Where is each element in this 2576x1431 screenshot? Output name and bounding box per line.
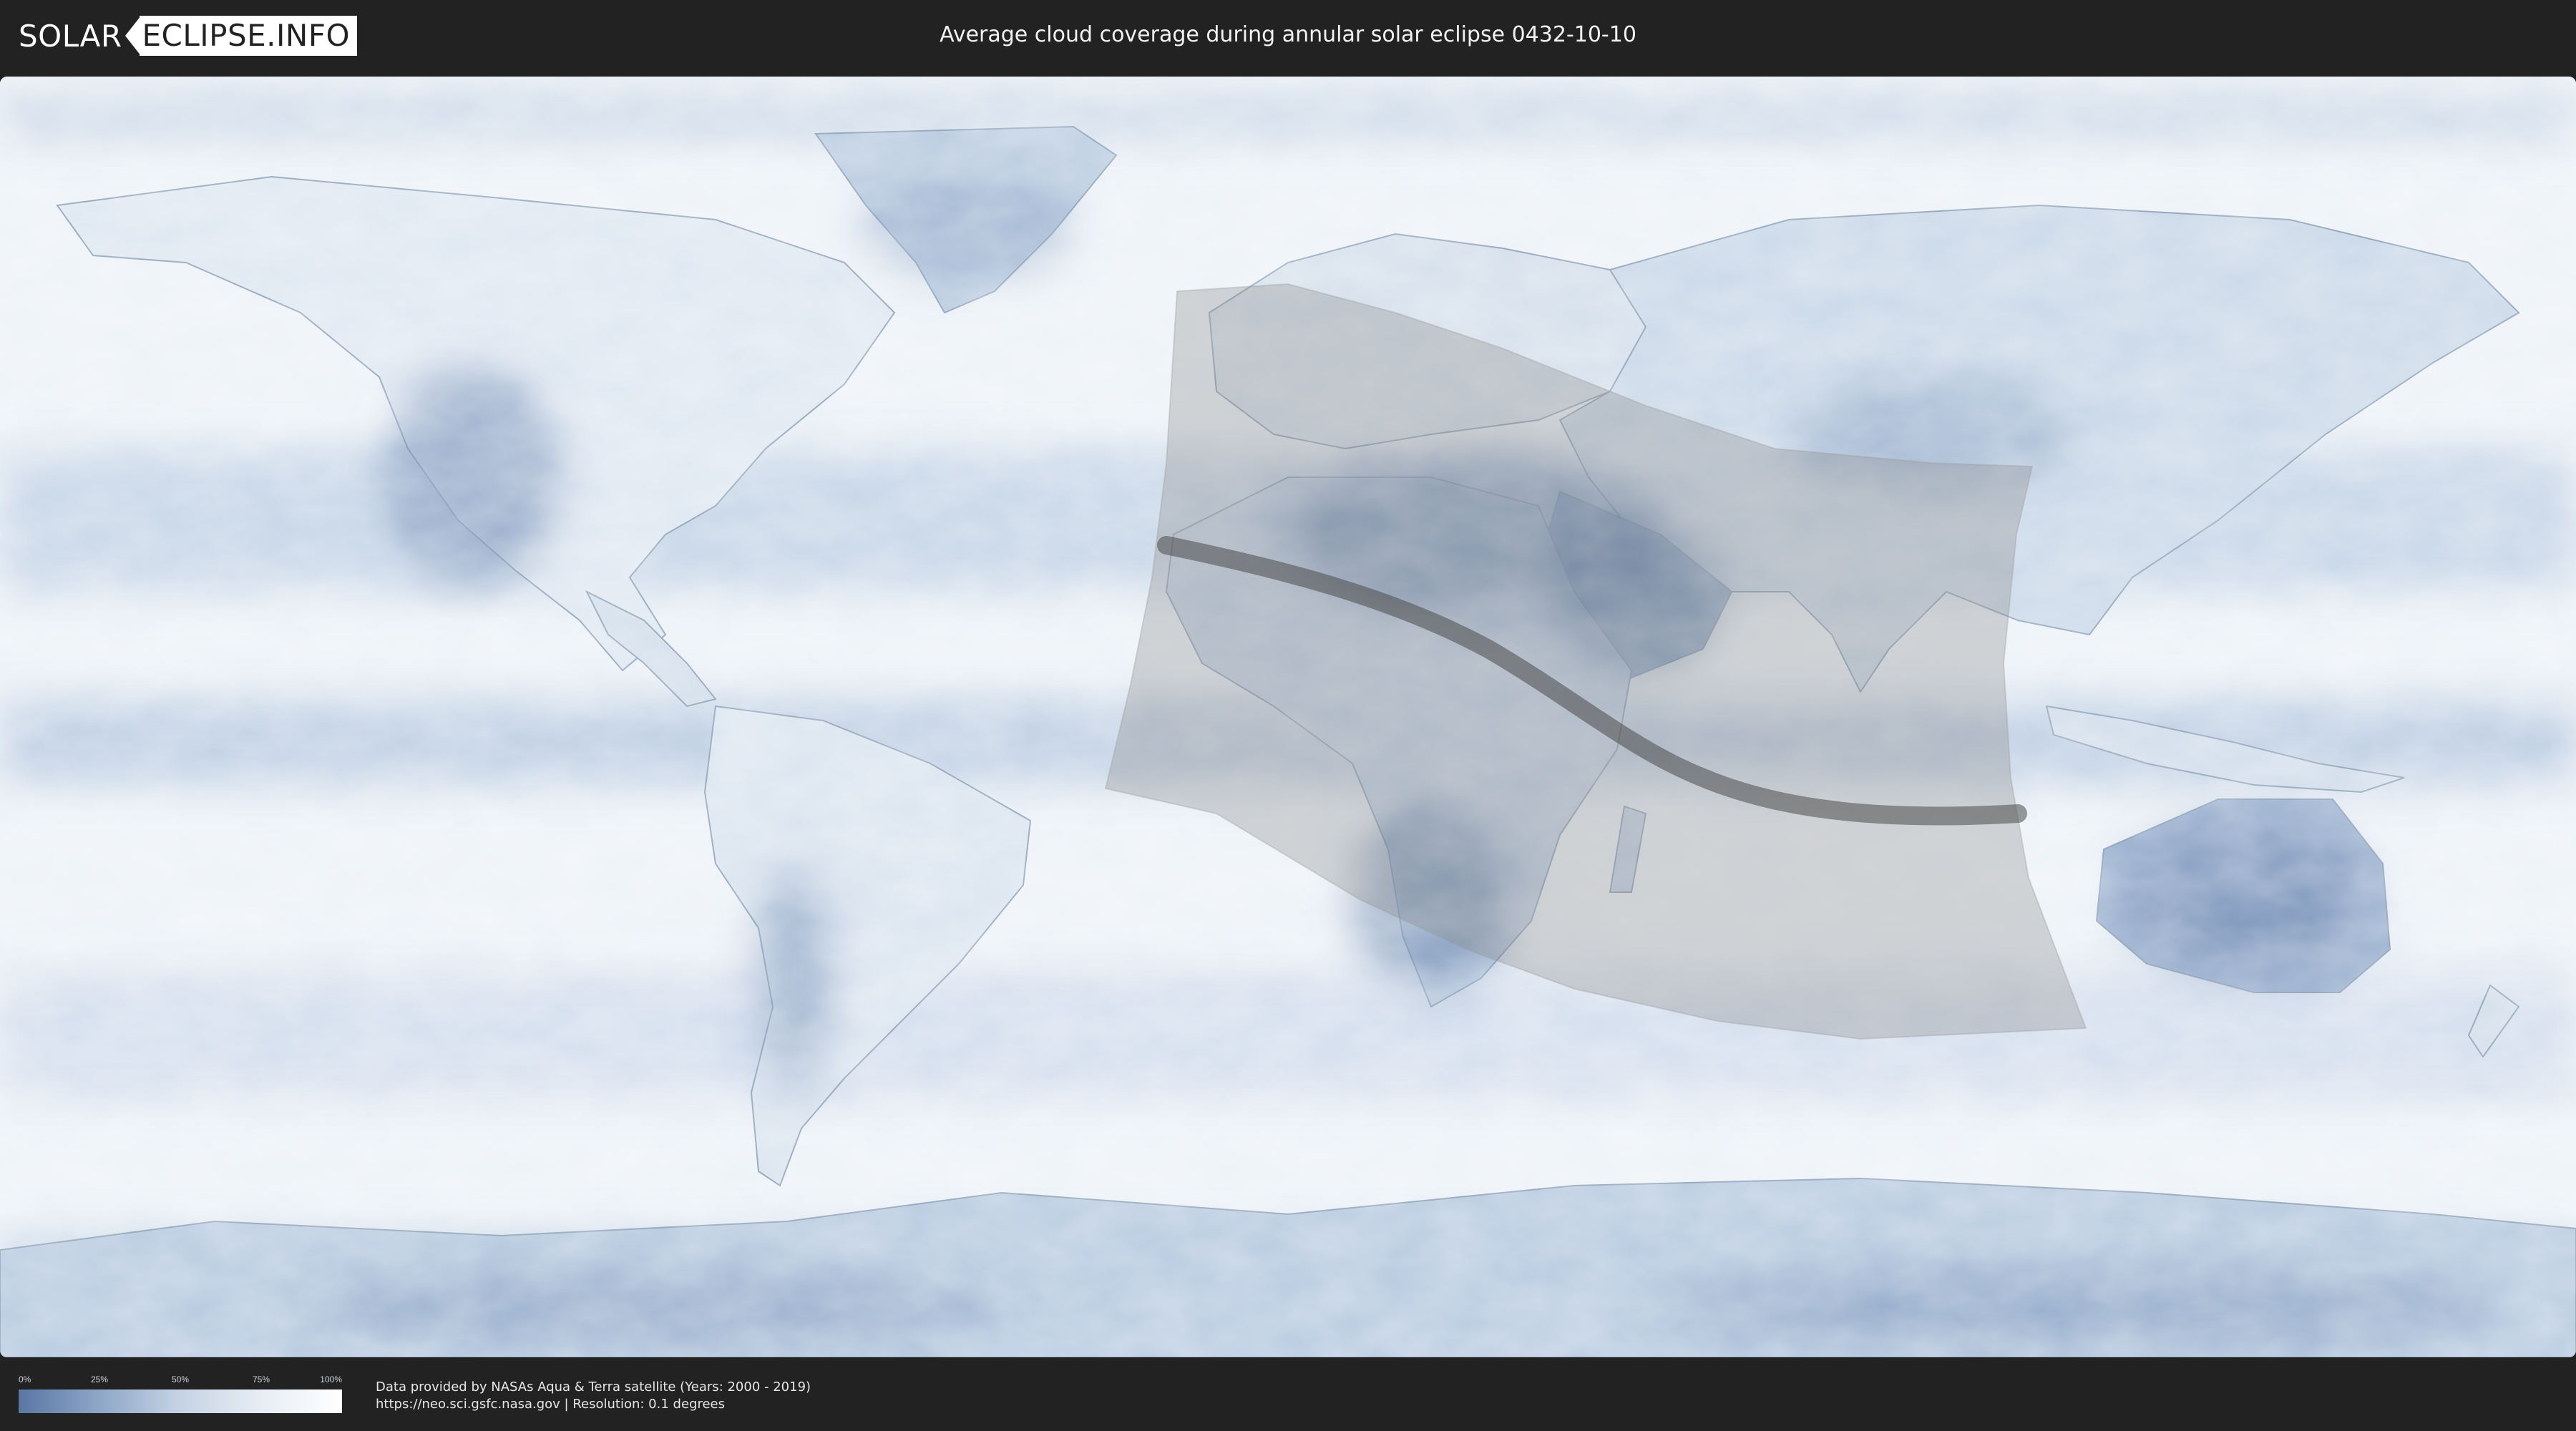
data-source-link[interactable]: https://neo.sci.gsfc.nasa.gov | Resoluti…	[376, 1397, 725, 1412]
legend-tick-0: 0%	[19, 1374, 31, 1384]
cloud-coverage-map[interactable]	[0, 77, 2576, 1357]
legend-tick-labels: 0% 25% 50% 75% 100%	[19, 1374, 342, 1386]
page-title: Average cloud coverage during annular so…	[940, 22, 1636, 47]
header-bar: SOLAR ECLIPSE.INFO Average cloud coverag…	[0, 0, 2576, 72]
legend-tick-100: 100%	[320, 1374, 342, 1384]
data-credit-text: Data provided by NASAs Aqua & Terra sate…	[376, 1379, 811, 1395]
cloud-coverage-legend-bar	[19, 1390, 342, 1413]
legend-tick-50: 50%	[171, 1374, 190, 1384]
legend-tick-75: 75%	[252, 1374, 270, 1384]
legend-tick-25: 25%	[90, 1374, 109, 1384]
